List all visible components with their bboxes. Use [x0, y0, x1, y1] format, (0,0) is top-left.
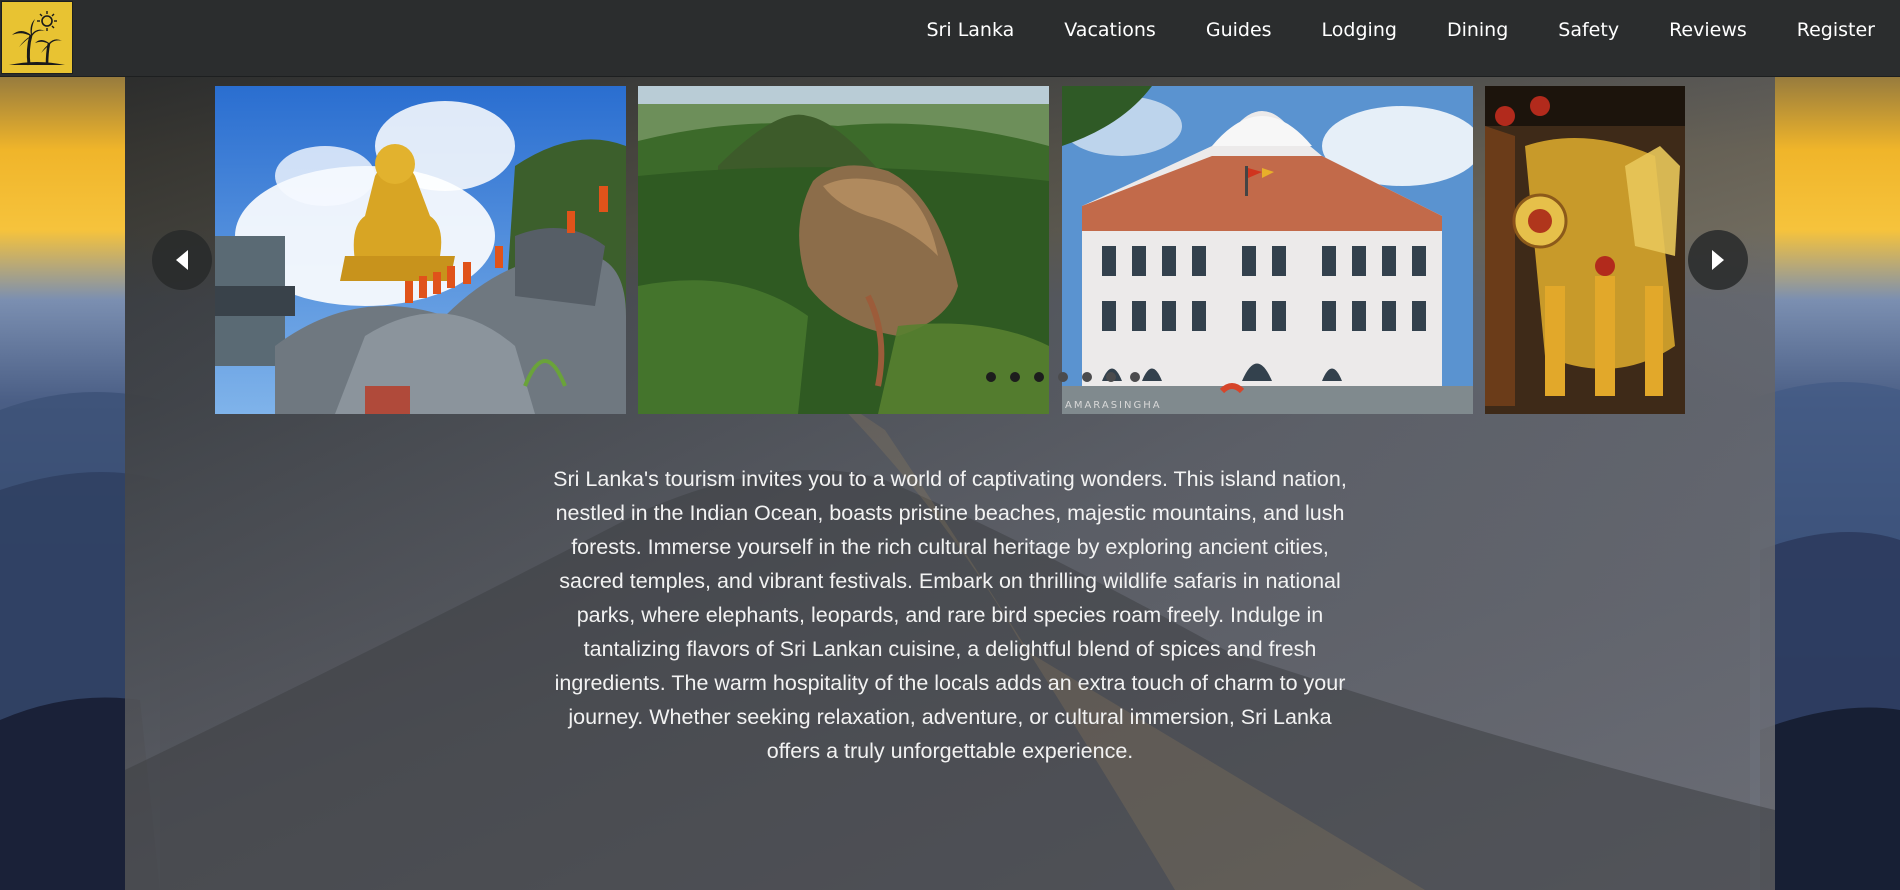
colonial-hotel-photo: [1062, 86, 1473, 414]
palm-trees-logo[interactable]: [1, 1, 73, 74]
nav-link-register[interactable]: Register: [1772, 19, 1900, 41]
photo-watermark: AMARASINGHA: [1065, 400, 1162, 411]
nav-link-safety[interactable]: Safety: [1533, 19, 1644, 41]
nav-link-vacations[interactable]: Vacations: [1039, 19, 1181, 41]
sigiriya-rock-photo: [638, 86, 1049, 414]
main-panel: AMARASINGHA Sri Lanka's tourism invites …: [125, 76, 1775, 890]
carousel-next-button[interactable]: [1688, 230, 1748, 290]
carousel-slide-hotel[interactable]: AMARASINGHA: [1062, 86, 1473, 414]
nav-link-sri-lanka[interactable]: Sri Lanka: [902, 19, 1040, 41]
nav-link-reviews[interactable]: Reviews: [1644, 19, 1772, 41]
carousel-slide-sigiriya[interactable]: [638, 86, 1049, 414]
carousel-dot-7[interactable]: [1130, 372, 1140, 382]
nav-link-guides[interactable]: Guides: [1181, 19, 1297, 41]
carousel-prev-button[interactable]: [152, 230, 212, 290]
palm-trees-icon: [9, 10, 65, 65]
carousel-dot-5[interactable]: [1082, 372, 1092, 382]
carousel-dot-3[interactable]: [1034, 372, 1044, 382]
chevron-right-icon: [1712, 250, 1724, 270]
carousel-slide-elephant[interactable]: [1485, 86, 1685, 414]
nav-link-lodging[interactable]: Lodging: [1297, 19, 1422, 41]
nav-link-dining[interactable]: Dining: [1422, 19, 1533, 41]
golden-buddha-temple-photo: [215, 86, 626, 414]
top-navbar: Sri Lanka Vacations Guides Lodging Dinin…: [0, 0, 1900, 77]
chevron-left-icon: [176, 250, 188, 270]
intro-description: Sri Lanka's tourism invites you to a wor…: [553, 466, 1347, 763]
carousel-dot-6[interactable]: [1106, 372, 1116, 382]
carousel-dot-2[interactable]: [1010, 372, 1020, 382]
carousel-dots: [986, 372, 1140, 382]
carousel-slide-buddha[interactable]: [215, 86, 626, 414]
carousel-dot-1[interactable]: [986, 372, 996, 382]
perahera-elephant-photo: [1485, 86, 1685, 414]
carousel-dot-4[interactable]: [1058, 372, 1068, 382]
nav-links: Sri Lanka Vacations Guides Lodging Dinin…: [902, 0, 1900, 60]
